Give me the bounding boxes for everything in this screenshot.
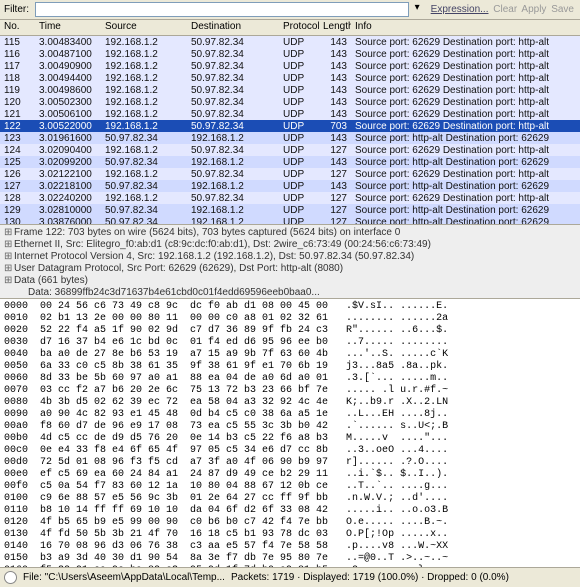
col-info[interactable]: Info [351, 20, 580, 35]
packet-row[interactable]: 1173.00490900192.168.1.250.97.82.34UDP14… [0, 60, 580, 72]
apply-link[interactable]: Apply [521, 4, 546, 15]
packet-row[interactable]: 1183.00494400192.168.1.250.97.82.34UDP14… [0, 72, 580, 84]
status-file: File: "C:\Users\Aseem\AppData\Local\Temp… [23, 572, 225, 583]
packet-row[interactable]: 1163.00487100192.168.1.250.97.82.34UDP14… [0, 48, 580, 60]
col-proto[interactable]: Protocol [279, 20, 319, 35]
save-link[interactable]: Save [551, 4, 574, 15]
clear-link[interactable]: Clear [493, 4, 517, 15]
col-time[interactable]: Time [35, 20, 101, 35]
tree-line[interactable]: ⊞User Datagram Protocol, Src Port: 62629… [4, 263, 576, 275]
filter-label: Filter: [4, 4, 29, 15]
packet-tree[interactable]: ⊞Frame 122: 703 bytes on wire (5624 bits… [0, 224, 580, 299]
tree-line[interactable]: ⊞Internet Protocol Version 4, Src: 192.1… [4, 251, 576, 263]
packet-row[interactable]: 1303.0387600050.97.82.34192.168.1.2UDP12… [0, 216, 580, 224]
hex-dump[interactable]: 0000 00 24 56 c6 73 49 c8 9c dc f0 ab d1… [0, 299, 580, 567]
expression-link[interactable]: Expression... [431, 4, 489, 15]
packet-row[interactable]: 1203.00502300192.168.1.250.97.82.34UDP14… [0, 96, 580, 108]
packet-row[interactable]: 1283.02240200192.168.1.250.97.82.34UDP12… [0, 192, 580, 204]
status-bar: File: "C:\Users\Aseem\AppData\Local\Temp… [0, 567, 580, 587]
packet-row[interactable]: 1243.02090400192.168.1.250.97.82.34UDP12… [0, 144, 580, 156]
packet-row[interactable]: 1193.00498600192.168.1.250.97.82.34UDP14… [0, 84, 580, 96]
packet-row[interactable]: 1263.02122100192.168.1.250.97.82.34UDP12… [0, 168, 580, 180]
packet-row[interactable]: 1153.00483400192.168.1.250.97.82.34UDP14… [0, 36, 580, 48]
tree-line[interactable]: ⊞Ethernet II, Src: Elitegro_f0:ab:d1 (c8… [4, 239, 576, 251]
filter-bar: Filter: ▾ Expression... Clear Apply Save [0, 0, 580, 20]
packet-row[interactable]: 1253.0209920050.97.82.34192.168.1.2UDP14… [0, 156, 580, 168]
filter-input[interactable] [35, 2, 409, 17]
packet-list: No. Time Source Destination Protocol Len… [0, 20, 580, 224]
col-no[interactable]: No. [0, 20, 35, 35]
packet-row[interactable]: 1293.0281000050.97.82.34192.168.1.2UDP12… [0, 204, 580, 216]
tree-line[interactable]: ⊞Frame 122: 703 bytes on wire (5624 bits… [4, 227, 576, 239]
col-length[interactable]: Length [319, 20, 351, 35]
tree-line[interactable]: ⊞Data (661 bytes) [4, 275, 576, 287]
packet-row[interactable]: 1273.0221810050.97.82.34192.168.1.2UDP14… [0, 180, 580, 192]
filter-links: Expression... Clear Apply Save [431, 4, 576, 15]
status-pkts: Packets: 1719 · Displayed: 1719 (100.0%)… [231, 572, 509, 583]
packet-row[interactable]: 1223.00522000192.168.1.250.97.82.34UDP70… [0, 120, 580, 132]
filter-dropdown-icon[interactable]: ▾ [415, 2, 425, 17]
tree-line[interactable]: Data: 36899ffb24c3d71637b4e61cbd0c01f4ed… [4, 287, 576, 299]
packet-row[interactable]: 1213.00506100192.168.1.250.97.82.34UDP14… [0, 108, 580, 120]
column-headers: No. Time Source Destination Protocol Len… [0, 20, 580, 36]
col-source[interactable]: Source [101, 20, 187, 35]
col-dest[interactable]: Destination [187, 20, 279, 35]
packet-rows[interactable]: 1153.00483400192.168.1.250.97.82.34UDP14… [0, 36, 580, 224]
status-icon [4, 571, 17, 584]
packet-row[interactable]: 1233.0196160050.97.82.34192.168.1.2UDP14… [0, 132, 580, 144]
